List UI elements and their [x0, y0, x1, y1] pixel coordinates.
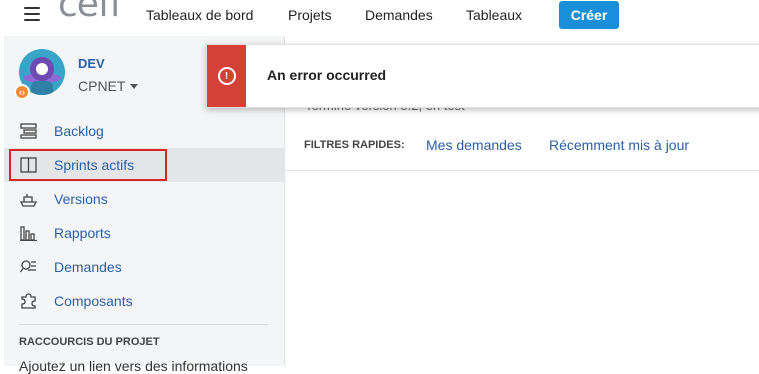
nav-tableaux[interactable]: Tableaux	[466, 7, 522, 23]
code-icon: ‹›	[14, 84, 30, 100]
filter-recemment-mis-a-jour[interactable]: Récemment mis à jour	[549, 137, 689, 153]
project-name[interactable]: DEV	[78, 56, 105, 71]
filter-mes-demandes[interactable]: Mes demandes	[426, 137, 522, 153]
shortcuts-heading: RACCOURCIS DU PROJET	[19, 336, 160, 348]
error-toast: ! An error occurred	[206, 44, 759, 108]
error-stripe: !	[207, 45, 246, 107]
chart-icon	[20, 226, 37, 241]
nav-demandes[interactable]: Demandes	[365, 7, 433, 23]
chevron-down-icon[interactable]	[130, 84, 138, 89]
ship-icon	[20, 194, 37, 207]
error-icon: !	[217, 67, 236, 85]
shortcuts-description: Ajoutez un lien vers des informations	[19, 358, 248, 374]
sidebar-item-versions[interactable]: Versions	[4, 182, 284, 216]
app-logo[interactable]: ceff	[58, 0, 122, 25]
quick-filters-label: FILTRES RAPIDES:	[304, 139, 405, 151]
sidebar-item-sprints-actifs[interactable]: Sprints actifs	[4, 148, 284, 182]
sidebar-item-label: Composants	[54, 293, 133, 309]
menu-icon[interactable]	[24, 7, 40, 21]
sidebar-item-label: Demandes	[54, 259, 122, 275]
sidebar-item-backlog[interactable]: Backlog	[4, 114, 284, 148]
create-button[interactable]: Créer	[559, 1, 619, 29]
divider	[285, 170, 759, 171]
search-list-icon	[20, 260, 36, 273]
sidebar-item-composants[interactable]: Composants	[4, 284, 284, 318]
divider	[19, 324, 268, 325]
project-key[interactable]: CPNET	[78, 78, 125, 94]
sidebar-item-demandes[interactable]: Demandes	[4, 250, 284, 284]
highlight-box	[9, 149, 167, 181]
nav-projets[interactable]: Projets	[288, 7, 332, 23]
top-navigation: ceff Tableaux de bord Projets Demandes T…	[0, 0, 759, 30]
sidebar-item-label: Rapports	[54, 225, 111, 241]
sidebar-item-label: Versions	[54, 191, 108, 207]
nav-tableaux-de-bord[interactable]: Tableaux de bord	[146, 7, 253, 23]
backlog-icon	[20, 123, 37, 139]
error-message: An error occurred	[267, 67, 387, 83]
puzzle-icon	[21, 293, 36, 309]
sidebar-item-label: Backlog	[54, 123, 104, 139]
sidebar-item-rapports[interactable]: Rapports	[4, 216, 284, 250]
